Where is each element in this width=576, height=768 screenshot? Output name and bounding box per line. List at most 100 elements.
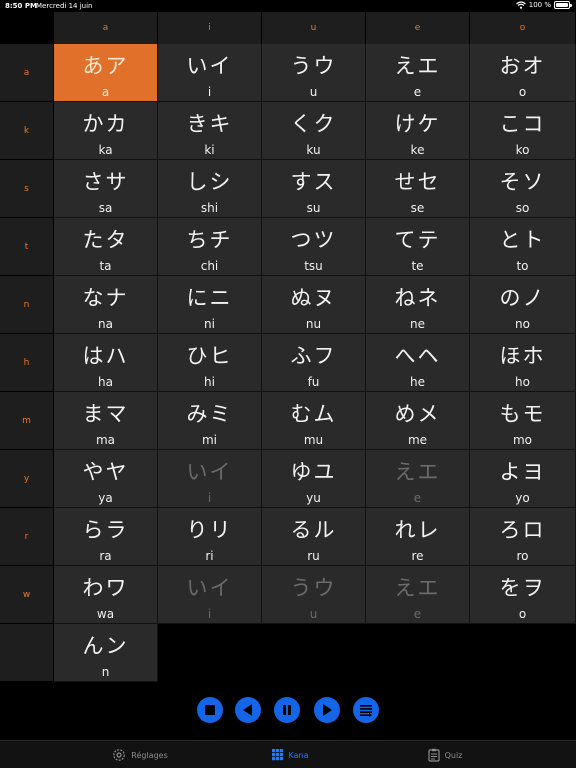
kana-characters: てテ: [394, 228, 441, 252]
kana-characters: ねネ: [394, 286, 441, 310]
kana-cell-se[interactable]: せセ se: [366, 160, 470, 218]
kana-cell-sa[interactable]: さサ sa: [54, 160, 158, 218]
kana-characters: たタ: [82, 228, 129, 252]
kana-characters: なナ: [82, 286, 129, 310]
kana-cell-i[interactable]: いイ i: [158, 450, 262, 508]
kana-characters: ほホ: [499, 344, 546, 368]
kana-cell-ha[interactable]: はハ ha: [54, 334, 158, 392]
kana-cell-yo[interactable]: よヨ yo: [470, 450, 576, 508]
kana-cell-u[interactable]: うウ u: [262, 566, 366, 624]
grid-corner: [0, 12, 53, 44]
kana-cell-tsu[interactable]: つツ tsu: [262, 218, 366, 276]
kana-cell-a[interactable]: あア a: [54, 44, 158, 102]
kana-cell-su[interactable]: すス su: [262, 160, 366, 218]
kana-cell-ku[interactable]: くク ku: [262, 102, 366, 160]
stop-button[interactable]: [197, 697, 223, 723]
list-icon: [359, 703, 373, 717]
kana-cell-ya[interactable]: やヤ ya: [54, 450, 158, 508]
kana-cell-no[interactable]: のノ no: [470, 276, 576, 334]
kana-cell-ra[interactable]: らラ ra: [54, 508, 158, 566]
kana-cell-e[interactable]: えエ e: [366, 44, 470, 102]
kana-characters: いイ: [186, 54, 233, 78]
kana-romaji: ni: [204, 317, 215, 331]
kana-romaji: shi: [200, 201, 219, 215]
wifi-icon: [515, 1, 526, 9]
kana-cell-shi[interactable]: しシ shi: [158, 160, 262, 218]
status-time: 8:50 PM: [5, 2, 37, 10]
tab-kana[interactable]: Kana: [260, 741, 320, 768]
tab-quiz[interactable]: Quiz: [410, 741, 480, 768]
kana-cell-yu[interactable]: ゆユ yu: [262, 450, 366, 508]
kana-cell-ta[interactable]: たタ ta: [54, 218, 158, 276]
clipboard-icon: [427, 748, 440, 762]
kana-cell-ka[interactable]: かカ ka: [54, 102, 158, 160]
kana-romaji: ma: [95, 433, 116, 447]
kana-romaji: chi: [200, 259, 219, 273]
kana-characters: こコ: [499, 112, 546, 136]
kana-cell-ko[interactable]: こコ ko: [470, 102, 576, 160]
kana-cell-nu[interactable]: ぬヌ nu: [262, 276, 366, 334]
tab-rglages[interactable]: Réglages: [95, 741, 185, 768]
kana-cell-ni[interactable]: にニ ni: [158, 276, 262, 334]
kana-romaji: e: [413, 85, 422, 99]
kana-cell-hi[interactable]: ひヒ hi: [158, 334, 262, 392]
kana-romaji: ka: [98, 143, 113, 157]
kana-romaji: ne: [410, 317, 425, 331]
kana-romaji: ko: [515, 143, 530, 157]
list-options-button[interactable]: [353, 697, 379, 723]
kana-cell-re[interactable]: れレ re: [366, 508, 470, 566]
kana-cell-fu[interactable]: ふフ fu: [262, 334, 366, 392]
kana-cell-te[interactable]: てテ te: [366, 218, 470, 276]
kana-romaji: ki: [204, 143, 215, 157]
kana-cell-e[interactable]: えエ e: [366, 450, 470, 508]
kana-cell-ri[interactable]: りリ ri: [158, 508, 262, 566]
kana-characters: うウ: [290, 576, 337, 600]
kana-cell-chi[interactable]: ちチ chi: [158, 218, 262, 276]
kana-cell-u[interactable]: うウ u: [262, 44, 366, 102]
kana-cell-ke[interactable]: けケ ke: [366, 102, 470, 160]
kana-cell-to[interactable]: とト to: [470, 218, 576, 276]
kana-cell-mi[interactable]: みミ mi: [158, 392, 262, 450]
kana-romaji: yu: [306, 491, 321, 505]
pause-icon: [280, 703, 294, 717]
battery-percent: 100 %: [528, 1, 551, 9]
kana-cell-o[interactable]: をヲ o: [470, 566, 576, 624]
kana-cell-ho[interactable]: ほホ ho: [470, 334, 576, 392]
kana-cell-i[interactable]: いイ i: [158, 44, 262, 102]
kana-cell-ne[interactable]: ねネ ne: [366, 276, 470, 334]
kana-cell-mo[interactable]: もモ mo: [470, 392, 576, 450]
kana-cell-na[interactable]: なナ na: [54, 276, 158, 334]
kana-cell-me[interactable]: めメ me: [366, 392, 470, 450]
row-header-w: w: [0, 566, 53, 624]
kana-romaji: u: [309, 85, 318, 99]
kana-cell-ru[interactable]: るル ru: [262, 508, 366, 566]
kana-cell-mu[interactable]: むム mu: [262, 392, 366, 450]
column-header-a: a: [54, 12, 158, 44]
kana-romaji: to: [516, 259, 529, 273]
kana-characters: いイ: [186, 460, 233, 484]
kana-romaji: ri: [205, 549, 214, 563]
kana-cell-ki[interactable]: きキ ki: [158, 102, 262, 160]
kana-characters: とト: [499, 228, 546, 252]
next-button[interactable]: [314, 697, 340, 723]
kana-romaji: e: [413, 607, 422, 621]
kana-cell-i[interactable]: いイ i: [158, 566, 262, 624]
pause-button[interactable]: [274, 697, 300, 723]
kana-cell-o[interactable]: おオ o: [470, 44, 576, 102]
status-date: Mercredi 14 juin: [36, 2, 93, 10]
kana-romaji: me: [407, 433, 428, 447]
kana-cell-he[interactable]: へヘ he: [366, 334, 470, 392]
gear-icon: [112, 748, 126, 762]
kana-cell-so[interactable]: そソ so: [470, 160, 576, 218]
kana-romaji: wa: [96, 607, 115, 621]
kana-romaji: ra: [99, 549, 112, 563]
kana-characters: さサ: [82, 170, 129, 194]
kana-cell-n[interactable]: んン n: [54, 624, 158, 682]
column-header-i: i: [158, 12, 262, 44]
kana-characters: つツ: [290, 228, 337, 252]
kana-cell-wa[interactable]: わワ wa: [54, 566, 158, 624]
kana-cell-e[interactable]: えエ e: [366, 566, 470, 624]
kana-cell-ro[interactable]: ろロ ro: [470, 508, 576, 566]
previous-button[interactable]: [235, 697, 261, 723]
kana-cell-ma[interactable]: まマ ma: [54, 392, 158, 450]
